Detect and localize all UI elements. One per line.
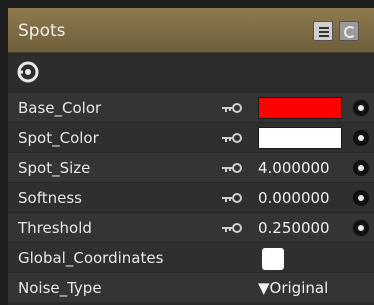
property-label: Threshold (18, 219, 92, 237)
property-label: Spot_Size (18, 159, 91, 177)
key-icon[interactable] (222, 162, 244, 174)
key-icon[interactable] (222, 222, 244, 234)
numeric-value[interactable]: 0.000000 (258, 190, 330, 206)
property-row: Noise_Type ▼Original (8, 272, 374, 302)
connect-icon[interactable] (353, 190, 369, 206)
property-label: Spot_Color (18, 129, 99, 147)
property-label: Softness (18, 189, 82, 207)
key-icon[interactable] (222, 102, 244, 114)
panel-title: Spots (18, 21, 66, 41)
numeric-value[interactable]: 0.250000 (258, 220, 330, 236)
property-label: Base_Color (18, 99, 102, 117)
panel-toolbar (8, 56, 374, 88)
property-row: Spot_Size 4.000000 (8, 152, 374, 182)
property-label: Global_Coordinates (18, 249, 164, 267)
property-row: Threshold 0.250000 (8, 212, 374, 242)
connect-icon[interactable] (353, 130, 369, 146)
property-row: Spot_Color (8, 122, 374, 152)
panel-header: Spots (8, 8, 374, 53)
color-swatch[interactable] (258, 97, 342, 119)
connect-icon[interactable] (353, 160, 369, 176)
connect-icon[interactable] (353, 100, 369, 116)
global-coordinates-checkbox[interactable] (262, 248, 284, 270)
connect-icon[interactable] (353, 220, 369, 236)
color-swatch[interactable] (258, 127, 342, 149)
key-icon[interactable] (222, 192, 244, 204)
menu-icon[interactable] (313, 21, 333, 41)
key-icon[interactable] (222, 132, 244, 144)
property-label: Noise_Type (18, 279, 102, 297)
noise-type-dropdown[interactable]: ▼Original (258, 280, 328, 296)
property-row: Base_Color (8, 92, 374, 122)
property-row: Softness 0.000000 (8, 182, 374, 212)
target-icon[interactable] (16, 60, 40, 84)
property-row: Global_Coordinates (8, 242, 374, 272)
preset-icon[interactable] (339, 21, 359, 41)
spots-panel: Spots Base_Color Spot_Color Spot_Size 4.… (8, 8, 374, 305)
numeric-value[interactable]: 4.000000 (258, 160, 330, 176)
